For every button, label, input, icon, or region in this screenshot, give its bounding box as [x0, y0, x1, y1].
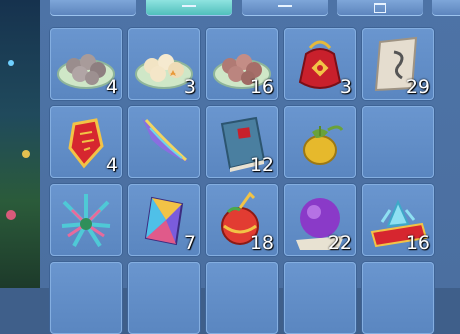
tab-4[interactable]	[337, 0, 423, 16]
empty-slot[interactable]	[362, 106, 434, 178]
empty-slot[interactable]	[284, 262, 356, 334]
box-icon	[374, 3, 386, 13]
dash-icon	[278, 5, 292, 7]
item-slot[interactable]	[50, 184, 122, 256]
empty-slot[interactable]	[50, 262, 122, 334]
inventory-tabs	[48, 0, 460, 18]
tab-3[interactable]	[242, 0, 328, 16]
tab-5[interactable]	[432, 0, 460, 16]
item-count: 3	[183, 76, 196, 98]
item-count: 12	[249, 154, 274, 176]
scene-background	[0, 0, 40, 288]
item-slot[interactable]: 16	[362, 184, 434, 256]
item-slot[interactable]: 4	[50, 106, 122, 178]
item-count: 16	[405, 232, 430, 254]
dash-icon	[182, 5, 196, 7]
golden-fruit-icon	[303, 125, 344, 165]
item-slot[interactable]: 3	[284, 28, 356, 100]
item-count: 29	[405, 76, 430, 98]
item-count: 7	[183, 232, 196, 254]
item-count: 4	[105, 76, 118, 98]
tab-1[interactable]	[50, 0, 136, 16]
item-slot[interactable]: 4	[50, 28, 122, 100]
empty-slot[interactable]	[362, 262, 434, 334]
item-count: 4	[105, 154, 118, 176]
empty-slot[interactable]	[206, 262, 278, 334]
item-slot[interactable]: 12	[206, 106, 278, 178]
tab-2[interactable]	[146, 0, 232, 16]
rainbow-feather-icon	[142, 118, 188, 162]
crystal-firework-icon	[61, 194, 111, 248]
item-slot[interactable]: 7	[128, 184, 200, 256]
item-slot[interactable]: 29	[362, 28, 434, 100]
item-slot[interactable]	[128, 106, 200, 178]
item-count: 18	[249, 232, 274, 254]
item-count: 22	[327, 232, 352, 254]
item-slot[interactable]	[284, 106, 356, 178]
item-count: 3	[339, 76, 352, 98]
item-slot[interactable]: 16	[206, 28, 278, 100]
item-slot[interactable]: 18	[206, 184, 278, 256]
item-slot[interactable]: 22	[284, 184, 356, 256]
empty-slot[interactable]	[128, 262, 200, 334]
item-count: 16	[249, 76, 274, 98]
item-slot[interactable]: 3	[128, 28, 200, 100]
